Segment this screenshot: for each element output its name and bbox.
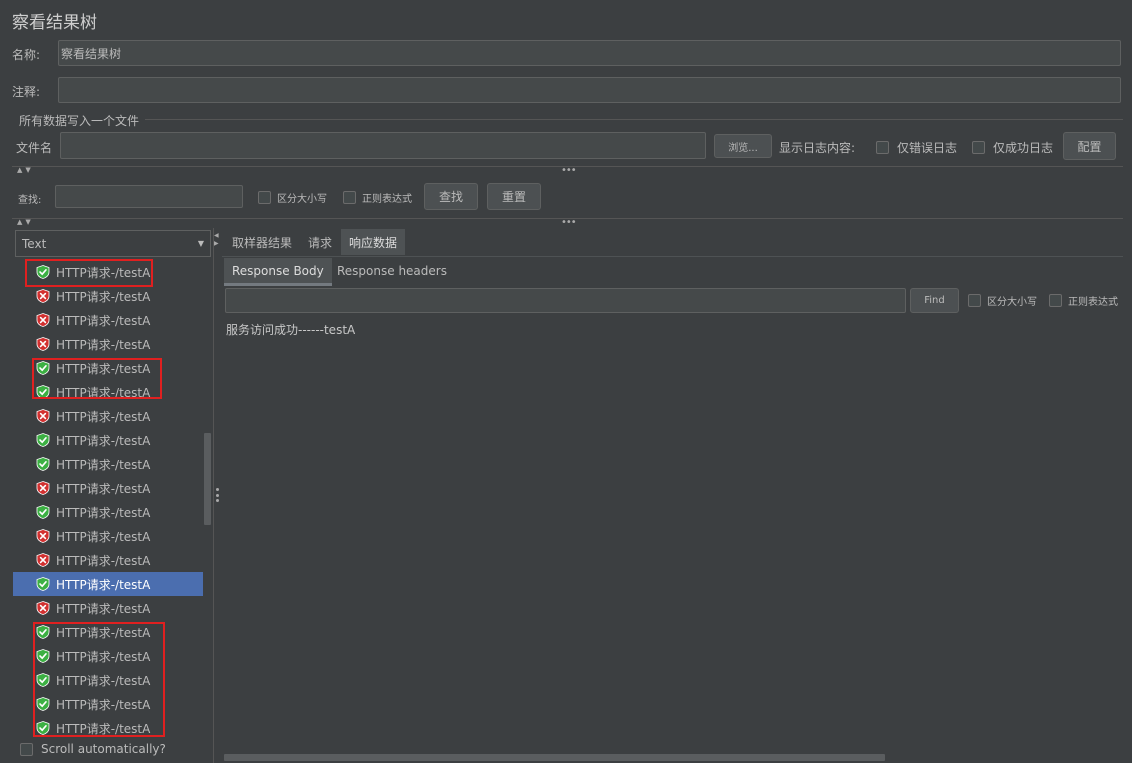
success-shield-icon	[36, 577, 50, 591]
name-value: 察看结果树	[61, 46, 122, 61]
config-button[interactable]: 配置	[1063, 132, 1116, 160]
search-label: 查找:	[18, 195, 42, 206]
error-shield-icon	[36, 553, 50, 567]
error-shield-icon	[36, 601, 50, 615]
tree-node-label: HTTP请求-/testA	[56, 505, 151, 520]
tree-node[interactable]: HTTP请求-/testA	[13, 452, 203, 476]
errors-only-option[interactable]: 仅错误日志	[876, 139, 957, 156]
tree-node-label: HTTP请求-/testA	[56, 529, 151, 544]
regex-option[interactable]: 正则表达式	[343, 190, 412, 205]
case-sensitive-checkbox[interactable]	[258, 191, 271, 204]
tab-request[interactable]: 请求	[300, 229, 340, 255]
tree-node[interactable]: HTTP请求-/testA	[13, 332, 203, 356]
success-only-label: 仅成功日志	[993, 141, 1054, 155]
response-hscrollbar-thumb[interactable]	[224, 754, 885, 761]
tab-response-body[interactable]: Response Body	[224, 258, 332, 286]
response-regex-option[interactable]: 正则表达式	[1049, 293, 1118, 308]
response-case-sensitive-option[interactable]: 区分大小写	[968, 293, 1037, 308]
tree-node-label: HTTP请求-/testA	[56, 457, 151, 472]
drag-handle-icon[interactable]: •••	[561, 217, 577, 228]
tree-node[interactable]: HTTP请求-/testA	[13, 572, 203, 596]
group-divider	[145, 119, 1123, 120]
tree-node[interactable]: HTTP请求-/testA	[13, 596, 203, 620]
chevron-down-icon: ▼	[197, 239, 204, 248]
tree-node[interactable]: HTTP请求-/testA	[13, 404, 203, 428]
tab-response-headers[interactable]: Response headers	[329, 258, 455, 284]
tree-node[interactable]: HTTP请求-/testA	[13, 308, 203, 332]
collapse-arrows-icon[interactable]: ▲▼	[17, 166, 34, 174]
case-sensitive-label: 区分大小写	[277, 194, 327, 205]
response-search-input[interactable]	[225, 288, 906, 313]
collapse-arrows-icon[interactable]: ◀ ▶	[214, 232, 219, 248]
tree-node-label: HTTP请求-/testA	[56, 577, 151, 592]
scroll-auto-label: Scroll automatically?	[41, 742, 166, 756]
regex-checkbox[interactable]	[343, 191, 356, 204]
tree-node[interactable]: HTTP请求-/testA	[13, 500, 203, 524]
tree-node-label: HTTP请求-/testA	[56, 433, 151, 448]
tree-node-label: HTTP请求-/testA	[56, 553, 151, 568]
comment-field[interactable]	[58, 77, 1121, 103]
filename-field[interactable]	[60, 132, 706, 159]
tree-node[interactable]: HTTP请求-/testA	[13, 284, 203, 308]
success-only-option[interactable]: 仅成功日志	[972, 139, 1053, 156]
tab-strip-line	[222, 256, 1123, 257]
tab-sampler-result[interactable]: 取样器结果	[224, 229, 300, 255]
error-shield-icon	[36, 289, 50, 303]
filename-label: 文件名	[16, 141, 53, 155]
collapse-arrows-icon[interactable]: ▲▼	[17, 218, 34, 226]
highlight-box	[32, 358, 162, 399]
errors-only-checkbox[interactable]	[876, 141, 889, 154]
find-button[interactable]: 查找	[424, 183, 478, 210]
renderer-select[interactable]: Text ▼	[15, 230, 211, 257]
tree-node-label: HTTP请求-/testA	[56, 313, 151, 328]
success-only-checkbox[interactable]	[972, 141, 985, 154]
scroll-auto-checkbox[interactable]	[20, 742, 33, 756]
tree-scrollbar-thumb[interactable]	[204, 433, 211, 525]
error-shield-icon	[36, 337, 50, 351]
tree-node-label: HTTP请求-/testA	[56, 409, 151, 424]
tree-node[interactable]: HTTP请求-/testA	[13, 524, 203, 548]
response-case-sensitive-label: 区分大小写	[987, 297, 1037, 308]
success-shield-icon	[36, 505, 50, 519]
errors-only-label: 仅错误日志	[897, 141, 958, 155]
browse-button[interactable]: 浏览...	[714, 134, 772, 158]
tree-node[interactable]: HTTP请求-/testA	[13, 548, 203, 572]
name-field[interactable]: 察看结果树	[58, 40, 1121, 66]
drag-handle-icon[interactable]	[216, 488, 219, 502]
highlight-box	[33, 622, 165, 737]
panel-title: 察看结果树	[12, 13, 97, 33]
highlight-box	[25, 259, 153, 287]
reset-button[interactable]: 重置	[487, 183, 541, 210]
response-case-sensitive-checkbox[interactable]	[968, 294, 981, 307]
tree-node[interactable]: HTTP请求-/testA	[13, 428, 203, 452]
comment-label: 注释:	[12, 85, 41, 99]
response-regex-label: 正则表达式	[1068, 297, 1118, 308]
renderer-selected: Text	[22, 236, 47, 251]
tree-node-label: HTTP请求-/testA	[56, 289, 151, 304]
name-label: 名称:	[12, 48, 41, 62]
tab-response-data[interactable]: 响应数据	[341, 229, 406, 255]
error-shield-icon	[36, 481, 50, 495]
error-shield-icon	[36, 313, 50, 327]
log-content-label: 显示日志内容:	[779, 141, 856, 155]
error-shield-icon	[36, 529, 50, 543]
success-shield-icon	[36, 433, 50, 447]
tree-node[interactable]: HTTP请求-/testA	[13, 476, 203, 500]
response-regex-checkbox[interactable]	[1049, 294, 1062, 307]
file-group-title: 所有数据写入一个文件	[19, 114, 140, 128]
tree-node-label: HTTP请求-/testA	[56, 337, 151, 352]
response-find-button[interactable]: Find	[910, 288, 959, 313]
response-body-text[interactable]: 服务访问成功------testA	[226, 321, 355, 338]
search-input[interactable]	[55, 185, 243, 208]
tree-node-label: HTTP请求-/testA	[56, 601, 151, 616]
regex-label: 正则表达式	[362, 194, 412, 205]
error-shield-icon	[36, 409, 50, 423]
success-shield-icon	[36, 457, 50, 471]
case-sensitive-option[interactable]: 区分大小写	[258, 190, 327, 205]
scroll-auto-option[interactable]: Scroll automatically?	[20, 742, 166, 756]
drag-handle-icon[interactable]: •••	[561, 165, 577, 176]
tree-node-label: HTTP请求-/testA	[56, 481, 151, 496]
